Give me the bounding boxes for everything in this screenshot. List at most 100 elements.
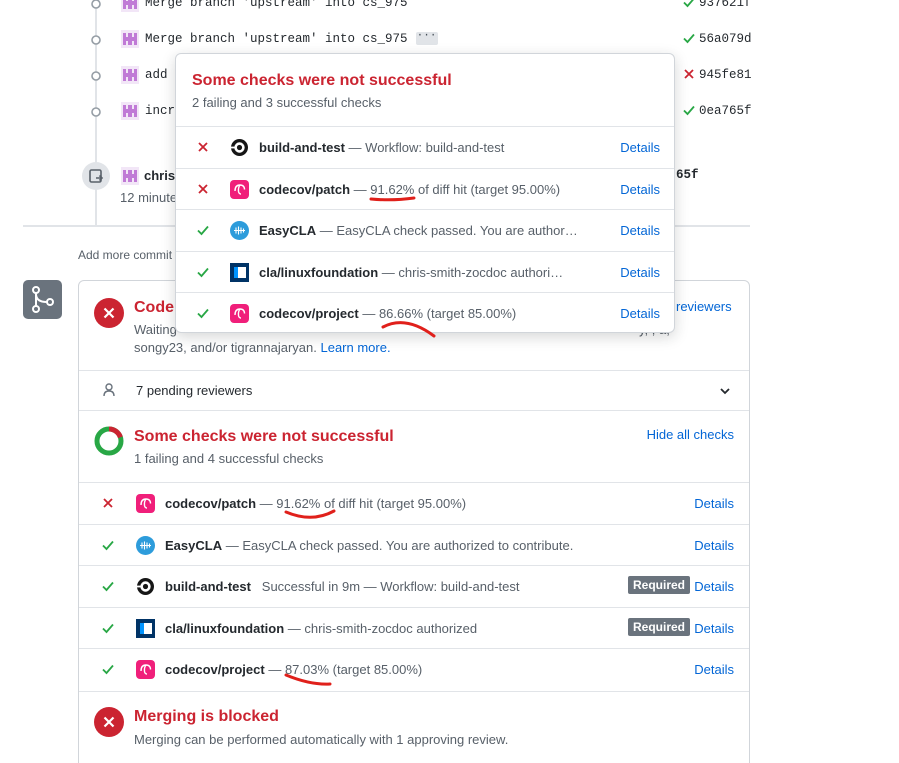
check-row: codecov/patch — 91.62% of diff hit (targ…: [79, 482, 749, 524]
details-link[interactable]: Details: [620, 140, 660, 155]
check-name: build-and-test: [259, 140, 345, 155]
check-row: EasyCLA — EasyCLA check passed. You are …: [176, 209, 674, 251]
required-badge: Required: [628, 576, 691, 594]
details-link[interactable]: Details: [620, 223, 660, 238]
details-link[interactable]: Details: [694, 621, 734, 636]
check-row: codecov/project — 87.03% (target 85.00%)…: [79, 648, 749, 690]
check-name: codecov/patch: [165, 496, 257, 511]
check-description: 91.62% of diff hit (target 95.00%): [370, 181, 561, 197]
avatar[interactable]: [121, 66, 139, 84]
check-description: chris-smith-zocdoc authori…: [398, 264, 564, 280]
check-name: build-and-test: [165, 579, 251, 594]
details-link[interactable]: Details: [620, 265, 660, 280]
check-description: 86.66% (target 85.00%): [378, 306, 517, 321]
check-description: 91.62% of diff hit (target 95.00%): [276, 496, 467, 511]
check-description: 87.03% (target 85.00%): [284, 662, 423, 677]
push-icon: [82, 162, 110, 190]
chevron-down-icon[interactable]: [719, 385, 731, 397]
push-author[interactable]: chris: [144, 168, 175, 183]
check-row: EasyCLA — EasyCLA check passed. You are …: [79, 523, 749, 566]
details-link[interactable]: Details: [694, 662, 734, 677]
commit-message[interactable]: add: [145, 68, 168, 82]
x-icon: [196, 140, 210, 154]
check-row: cla/linuxfoundation — chris-smith-zocdoc…: [176, 250, 674, 293]
check-name: EasyCLA: [165, 537, 223, 553]
check-icon[interactable]: [682, 103, 696, 117]
commit-node-icon: [91, 0, 101, 9]
codecov-icon: [230, 179, 249, 199]
check-row: codecov/patch — 91.62% of diff hit (targ…: [176, 167, 674, 210]
check-separator: —: [256, 496, 277, 511]
check-name: EasyCLA: [259, 223, 317, 238]
git-merge-icon: [23, 280, 62, 319]
check-description: Workflow: build-and-test: [365, 140, 505, 155]
avatar[interactable]: [121, 167, 139, 185]
check-separator: [251, 579, 262, 594]
expand-commit-button[interactable]: ···: [415, 31, 438, 46]
details-link[interactable]: Details: [694, 579, 734, 594]
codecov-icon: [230, 304, 249, 323]
details-link[interactable]: Details: [620, 182, 660, 197]
check-name: codecov/project: [259, 306, 359, 321]
popover-subtitle: 2 failing and 3 successful checks: [192, 95, 382, 110]
x-circle-icon: [94, 707, 124, 737]
commit-row[interactable]: Merge branch 'upstream' into cs_975 93762…: [0, 0, 760, 14]
merge-blocked-title: Merging is blocked: [134, 708, 279, 725]
x-icon: [196, 182, 210, 196]
checks-donut-icon: [94, 426, 124, 456]
details-link[interactable]: Details: [694, 496, 734, 511]
easycla-icon: [136, 535, 155, 555]
person-icon: [103, 383, 115, 397]
avatar[interactable]: [121, 30, 139, 48]
check-separator: —: [316, 223, 337, 238]
commit-node-icon: [91, 71, 101, 81]
check-name: codecov/patch: [259, 181, 351, 197]
reviewers-link[interactable]: reviewers: [676, 299, 732, 314]
check-icon: [101, 621, 115, 635]
commit-sha[interactable]: 56a079d: [699, 32, 752, 46]
popover-header: Some checks were not successful 2 failin…: [176, 54, 674, 126]
checks-list: codecov/patch — 91.62% of diff hit (targ…: [79, 482, 749, 692]
commit-node-icon: [91, 107, 101, 117]
avatar[interactable]: [121, 0, 139, 12]
merge-box: Code Waiting y, , a, songy23, and/or tig…: [78, 280, 750, 763]
commit-message[interactable]: incr: [145, 104, 175, 118]
details-link[interactable]: Details: [620, 306, 660, 321]
check-icon[interactable]: [682, 0, 696, 9]
x-icon[interactable]: [682, 67, 696, 81]
learn-more-link[interactable]: Learn more.: [320, 340, 390, 355]
hide-all-checks-link[interactable]: Hide all checks: [647, 427, 734, 442]
commit-sha[interactable]: 937621f: [699, 0, 752, 10]
commit-message[interactable]: Merge branch 'upstream' into cs_975: [145, 0, 408, 10]
add-more-commits-text: Add more commit: [78, 248, 173, 262]
commit-message[interactable]: Merge branch 'upstream' into cs_975: [145, 32, 408, 46]
codecov-icon: [136, 660, 155, 679]
check-description: Successful in 9m — Workflow: build-and-t…: [261, 579, 520, 594]
review-text-line1: Waiting: [134, 322, 177, 337]
push-sha[interactable]: 65f: [676, 168, 699, 182]
details-link[interactable]: Details: [694, 538, 734, 553]
commit-sha[interactable]: 945fe81: [699, 68, 752, 82]
check-separator: —: [350, 181, 371, 197]
check-separator: —: [284, 620, 305, 636]
check-separator: —: [358, 306, 379, 321]
merge-blocked-subtitle: Merging can be performed automatically w…: [134, 732, 509, 747]
avatar[interactable]: [121, 102, 139, 120]
check-icon: [196, 306, 210, 320]
check-description: chris-smith-zocdoc authorized: [304, 620, 478, 636]
check-separator: —: [222, 537, 243, 553]
checks-summary-title: Some checks were not successful: [134, 428, 394, 445]
x-circle-icon: [94, 298, 124, 328]
pending-reviewers-row[interactable]: 7 pending reviewers: [79, 371, 749, 411]
commit-row[interactable]: Merge branch 'upstream' into cs_975 ··· 56…: [0, 30, 760, 50]
commit-sha[interactable]: 0ea765f: [699, 104, 752, 118]
check-separator: —: [378, 264, 399, 280]
check-icon[interactable]: [682, 31, 696, 45]
check-separator: —: [264, 662, 285, 677]
review-text-line2: songy23, and/or tigrannajaryan.: [134, 340, 317, 355]
linuxfoundation-icon: [230, 262, 249, 282]
x-icon: [101, 496, 115, 510]
check-name: cla/linuxfoundation: [165, 620, 285, 636]
check-icon: [101, 662, 115, 676]
checks-summary: Some checks were not successful 1 failin…: [79, 411, 749, 482]
